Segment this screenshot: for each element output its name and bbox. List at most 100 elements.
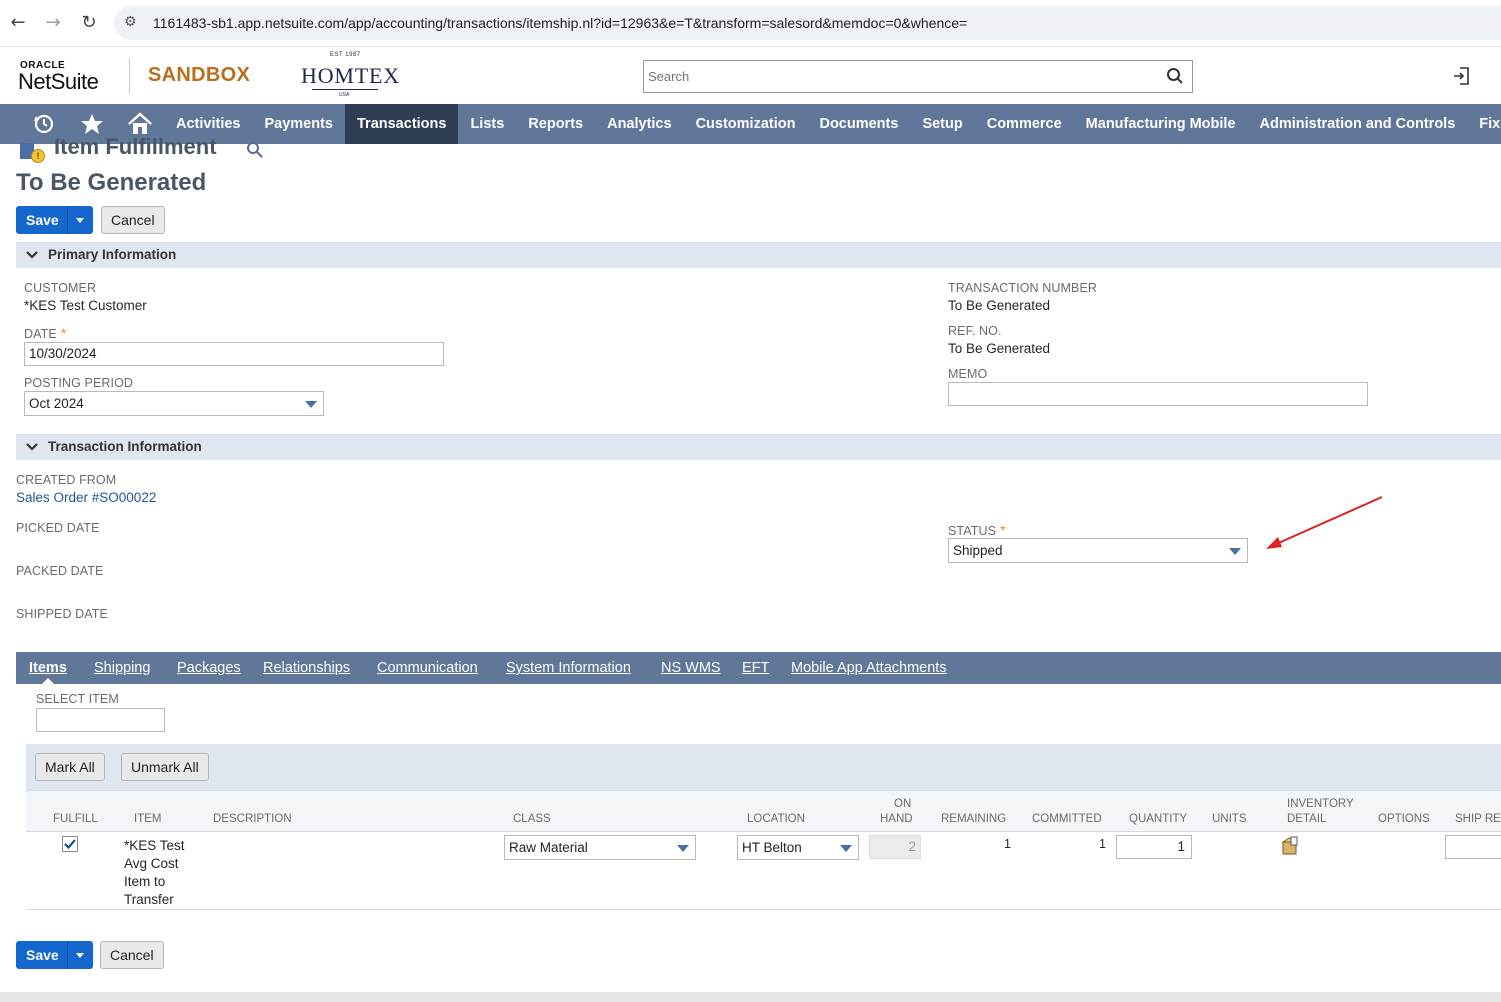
global-search[interactable] (643, 60, 1193, 93)
search-icon[interactable] (1166, 67, 1184, 85)
tab-packages[interactable]: Packages (177, 660, 241, 676)
main-navigation: Activities Payments Transactions Lists Repor… (0, 104, 1501, 144)
tab-eft[interactable]: EFT (742, 660, 769, 676)
customer-label: Customer (24, 281, 97, 295)
home-icon[interactable] (127, 112, 153, 136)
date-field[interactable]: 10/30/2024 (24, 342, 444, 366)
star-icon[interactable] (79, 112, 105, 136)
browser-status-strip (0, 992, 1501, 1002)
nav-item-setup[interactable]: Setup (910, 104, 974, 144)
nav-item-reports[interactable]: Reports (516, 104, 595, 144)
column-ship-reason: Ship Rea (1455, 813, 1501, 825)
cancel-button[interactable]: Cancel (100, 941, 164, 969)
browser-toolbar: ← → ↻ ⚙ 1161483-sb1.app.netsuite.com/app… (0, 0, 1501, 47)
nav-item-customization[interactable]: Customization (684, 104, 808, 144)
customer-value: *KES Test Customer (24, 298, 147, 313)
posting-period-label: Posting Period (24, 376, 134, 390)
save-button[interactable]: Save (16, 941, 68, 969)
fulfill-checkbox[interactable] (62, 836, 78, 852)
nav-item-fixed-a[interactable]: Fixed A (1467, 104, 1501, 144)
unmark-all-button[interactable]: Unmark All (121, 753, 209, 781)
recent-records-icon[interactable] (31, 112, 57, 136)
nav-menu: Activities Payments Transactions Lists Repor… (164, 104, 1501, 144)
homtex-est-text: EST 1987 (330, 52, 361, 58)
record-search-icon[interactable] (246, 141, 264, 159)
column-committed: Committed (1032, 813, 1102, 825)
item-name[interactable]: *KES Test Avg Cost Item to Transfer (124, 837, 185, 909)
nav-item-documents[interactable]: Documents (807, 104, 910, 144)
packed-date-label: Packed Date (16, 564, 104, 578)
column-units: Units (1212, 813, 1247, 825)
forward-icon[interactable]: → (42, 12, 64, 34)
section-title: Transaction Information (48, 439, 202, 454)
save-button-group: Save (16, 206, 93, 234)
back-icon[interactable]: ← (7, 12, 29, 34)
mark-all-button[interactable]: Mark All (35, 753, 105, 781)
sublist-toolbar (26, 744, 1501, 790)
tab-communication[interactable]: Communication (377, 660, 478, 676)
ref-no-value: To Be Generated (948, 341, 1051, 356)
required-marker: * (1000, 522, 1006, 538)
quantity-field[interactable]: 1 (1116, 835, 1192, 859)
search-input[interactable] (644, 61, 1144, 92)
tab-mobile-app-attachments[interactable]: Mobile App Attachments (791, 660, 947, 676)
item-name-line: Transfer (124, 892, 174, 907)
nav-item-lists[interactable]: Lists (458, 104, 516, 144)
tab-relationships[interactable]: Relationships (263, 660, 350, 676)
nav-item-commerce[interactable]: Commerce (975, 104, 1074, 144)
netsuite-logo-text[interactable]: NetSuite (18, 69, 99, 95)
transaction-number-label: Transaction Number (948, 281, 1098, 295)
status-value: Shipped (953, 543, 1003, 558)
annotation-arrow-icon (1266, 496, 1383, 549)
column-location: Location (747, 813, 805, 825)
class-select[interactable]: Raw Material (504, 835, 696, 860)
column-options: Options (1378, 813, 1430, 825)
nav-item-administration-and-controls[interactable]: Administration and Controls (1248, 104, 1468, 144)
save-options-dropdown[interactable] (67, 941, 93, 969)
status-label: Status * (948, 522, 1006, 538)
url-text[interactable]: 1161483-sb1.app.netsuite.com/app/account… (153, 15, 967, 31)
select-item-label: Select Item (36, 692, 119, 706)
site-settings-icon[interactable]: ⚙ (124, 14, 137, 30)
memo-field[interactable] (948, 382, 1368, 406)
nav-item-transactions[interactable]: Transactions (345, 104, 459, 144)
save-options-dropdown[interactable] (67, 206, 93, 234)
remaining-value: 1 (1004, 837, 1011, 851)
item-name-line: Item to (124, 874, 166, 889)
active-tab-indicator (42, 678, 54, 684)
save-button[interactable]: Save (16, 206, 68, 234)
inventory-detail-icon[interactable] (1280, 836, 1300, 856)
column-inventory-line1: Inventory (1287, 798, 1354, 810)
nav-item-analytics[interactable]: Analytics (595, 104, 683, 144)
cancel-button[interactable]: Cancel (101, 206, 165, 234)
column-class: Class (513, 813, 551, 825)
logout-icon[interactable] (1452, 66, 1472, 86)
homtex-usa-text: USA (339, 92, 350, 98)
shipped-date-label: Shipped Date (16, 607, 108, 621)
on-hand-field: 2 (869, 835, 921, 859)
location-select[interactable]: HT Belton (737, 835, 859, 860)
select-item-field[interactable] (36, 708, 165, 732)
chevron-down-icon (26, 251, 38, 259)
posting-period-select[interactable]: Oct 2024 (24, 391, 324, 416)
nav-item-manufacturing-mobile[interactable]: Manufacturing Mobile (1074, 104, 1248, 144)
status-select[interactable]: Shipped (948, 538, 1248, 563)
tab-ns-wms[interactable]: NS WMS (661, 660, 721, 676)
item-name-line: Avg Cost (124, 856, 179, 871)
created-from-link[interactable]: Sales Order #SO00022 (16, 490, 156, 505)
reload-icon[interactable]: ↻ (78, 12, 100, 34)
transaction-information-header[interactable]: Transaction Information (16, 434, 1501, 460)
ship-reason-field[interactable] (1445, 835, 1501, 859)
dropdown-arrow-icon (305, 401, 317, 408)
address-bar[interactable]: ⚙ 1161483-sb1.app.netsuite.com/app/accou… (114, 6, 1501, 40)
app-header: ORACLE NetSuite SANDBOX EST 1987 HOMTEX … (0, 48, 1501, 104)
tab-shipping[interactable]: Shipping (94, 660, 150, 676)
column-item: Item (134, 813, 162, 825)
nav-item-payments[interactable]: Payments (252, 104, 345, 144)
homtex-logo: HOMTEX (301, 63, 400, 88)
date-label-text: Date (24, 327, 57, 341)
column-on-hand-line1: On (894, 798, 912, 810)
primary-information-header[interactable]: Primary Information (16, 242, 1501, 268)
tab-system-information[interactable]: System Information (506, 660, 631, 676)
tab-items[interactable]: Items (29, 660, 67, 676)
